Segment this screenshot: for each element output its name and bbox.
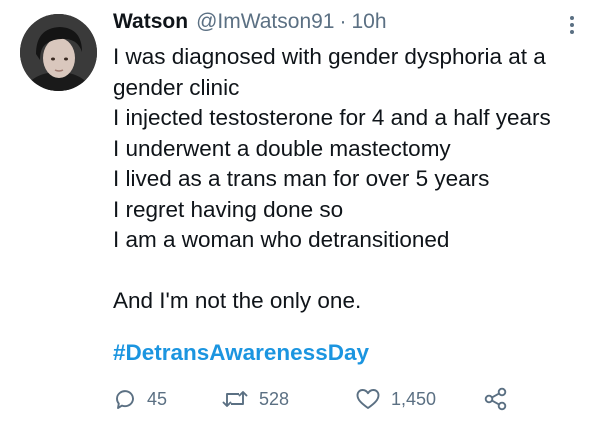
tweet-text-line: I regret having done so [113,196,344,222]
display-name[interactable]: Watson [113,10,188,34]
share-nodes-icon [484,387,507,411]
user-handle[interactable]: @ImWatson91 [196,10,334,34]
like-button[interactable]: 1,450 [355,386,436,412]
tweet-text-line: I was diagnosed with gender dysphoria at… [113,44,546,69]
tweet-text-line: I lived as a trans man for over 5 years [113,166,490,191]
share-button[interactable] [483,386,509,412]
header-separator: · [339,10,347,33]
retweet-count: 528 [259,388,290,409]
avatar[interactable] [20,14,97,91]
tweet-text-line: I underwent a double mastectomy [113,135,451,161]
like-count: 1,450 [391,388,437,409]
avatar-photo [20,14,97,91]
retweet-button[interactable]: 528 [221,386,289,412]
hashtag-link[interactable]: #DetransAwarenessDay [113,340,369,366]
more-options-button[interactable] [566,14,578,36]
heart-outline-icon [356,389,380,409]
tweet-text-line: I injected testosterone for 4 and a half… [113,105,551,130]
tweet-header: Watson @ImWatson91 · 10h [113,10,387,40]
tweet-text-line: I am a woman who detransitioned [113,227,450,252]
tweet-closing-line: And I'm not the only one. [113,288,362,313]
vertical-dots-icon [570,16,574,34]
tweet-timestamp[interactable]: 10h [351,10,386,34]
reply-button[interactable]: 45 [113,386,167,412]
tweet-actions: 45 528 1,450 [113,386,533,412]
tweet-text: I was diagnosed with gender dysphoria at… [113,42,583,317]
reply-count: 45 [147,388,168,409]
retweet-arrows-icon [222,391,248,407]
speech-bubble-icon [116,390,134,409]
tweet-text-line: gender clinic [113,74,240,100]
